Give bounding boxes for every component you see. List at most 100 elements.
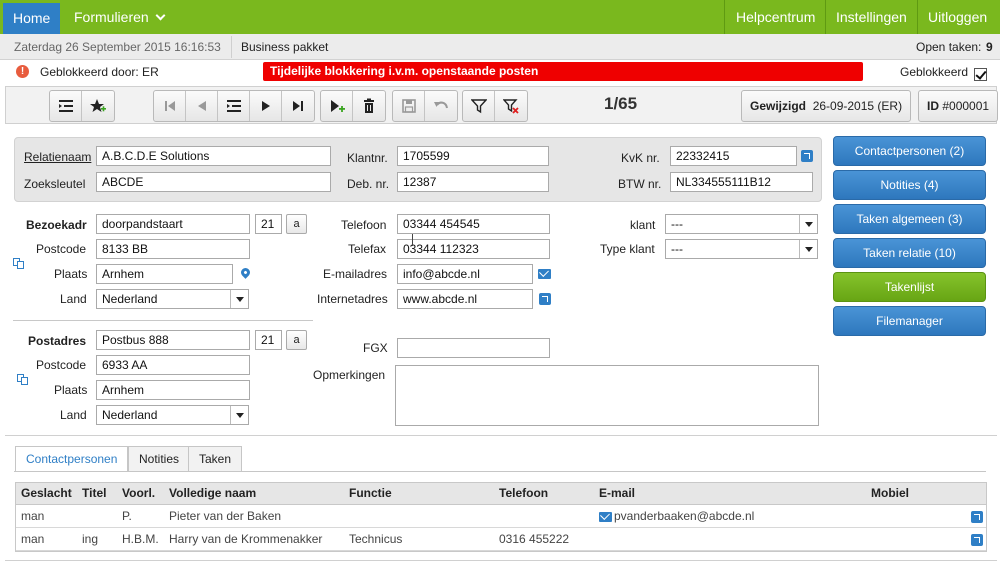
table-row[interactable]: man P. Pieter van der Baken pvanderbaake…	[16, 505, 986, 528]
block-message: Tijdelijke blokkering i.v.m. openstaande…	[263, 62, 863, 81]
visit-country-value: Nederland	[102, 292, 158, 306]
relation-name-label[interactable]: Relatienaam	[24, 150, 91, 164]
column-header[interactable]: Titel	[82, 486, 106, 500]
visit-city-input[interactable]: Arnhem	[96, 264, 233, 284]
visit-street-input[interactable]: doorpandstaart	[96, 214, 250, 234]
nav-home[interactable]: Home	[3, 3, 61, 34]
type-klant-value: ---	[671, 242, 683, 256]
tab-notities[interactable]: Notities	[128, 446, 191, 471]
chevron-down-icon	[230, 406, 248, 424]
type-klant-select[interactable]: ---	[665, 239, 818, 259]
next-record-button[interactable]	[250, 91, 282, 121]
nav-helpcentrum[interactable]: Helpcentrum	[725, 0, 826, 34]
tabs-divider	[5, 435, 997, 436]
relation-name-input[interactable]: A.B.C.D.E Solutions	[96, 146, 331, 166]
website-input[interactable]: www.abcde.nl	[397, 289, 533, 309]
btw-input[interactable]: NL334555111B12	[670, 172, 813, 192]
postal-country-select[interactable]: Nederland	[96, 405, 249, 425]
previous-record-button[interactable]	[186, 91, 218, 121]
debtor-number-input[interactable]: 12387	[397, 172, 549, 192]
external-link-icon[interactable]	[971, 534, 983, 546]
search-key-label: Zoeksleutel	[24, 177, 86, 191]
column-header[interactable]: Functie	[349, 486, 392, 500]
add-favorite-button[interactable]	[82, 91, 114, 121]
column-header[interactable]: Mobiel	[871, 486, 909, 500]
toolbar-group-filter	[462, 90, 528, 122]
klant-select[interactable]: ---	[665, 214, 818, 234]
column-header[interactable]: Geslacht	[21, 486, 72, 500]
external-link-icon[interactable]	[971, 511, 983, 523]
record-list-button[interactable]	[218, 91, 250, 121]
column-header[interactable]: Voorl.	[122, 486, 155, 500]
client-number-input[interactable]: 1705599	[397, 146, 549, 166]
toolbar-group-list	[49, 90, 115, 122]
postal-suffix-button[interactable]: a	[286, 330, 307, 350]
search-key-input[interactable]: ABCDE	[96, 172, 331, 192]
save-button[interactable]	[393, 91, 425, 121]
external-link-icon[interactable]	[539, 293, 551, 305]
notities-button[interactable]: Notities (4)	[833, 170, 986, 200]
column-header[interactable]: E-mail	[599, 486, 635, 500]
table-cell: 0316 455222	[499, 532, 570, 546]
copy-address-icon[interactable]	[17, 374, 29, 386]
postal-city-input[interactable]: Arnhem	[96, 380, 250, 400]
mail-icon[interactable]	[538, 269, 551, 279]
copy-address-icon[interactable]	[13, 258, 25, 270]
current-datetime: Zaterdag 26 September 2015 16:16:53	[14, 40, 221, 54]
postal-country-value: Nederland	[102, 408, 158, 422]
last-record-button[interactable]	[282, 91, 314, 121]
filter-button[interactable]	[463, 91, 495, 121]
table-header: Geslacht Titel Voorl. Volledige naam Fun…	[16, 483, 986, 505]
visit-postcode-label: Postcode	[36, 242, 87, 256]
contactpersonen-button[interactable]: Contactpersonen (2)	[833, 136, 986, 166]
fgx-input[interactable]	[397, 338, 550, 358]
clear-filter-button[interactable]	[495, 91, 527, 121]
tab-contactpersonen[interactable]: Contactpersonen	[15, 446, 129, 472]
table-row[interactable]: man ing H.B.M. Harry van de Krommenakker…	[16, 528, 986, 551]
fax-input[interactable]: 03344 112323	[397, 239, 550, 259]
chevron-down-icon	[799, 215, 817, 233]
taken-algemeen-button[interactable]: Taken algemeen (3)	[833, 204, 986, 234]
modified-info: Gewijzigd 26-09-2015 (ER)	[741, 90, 912, 122]
info-bar: Zaterdag 26 September 2015 16:16:53 Busi…	[0, 34, 1000, 60]
external-link-icon[interactable]	[801, 150, 813, 162]
new-record-button[interactable]	[321, 91, 353, 121]
postal-number-input[interactable]: 21	[255, 330, 282, 350]
blocked-checkbox[interactable]	[974, 68, 987, 81]
open-tasks-count: 9	[986, 40, 993, 54]
filemanager-button[interactable]: Filemanager	[833, 306, 986, 336]
visit-country-select[interactable]: Nederland	[96, 289, 249, 309]
postal-postcode-input[interactable]: 6933 AA	[96, 355, 250, 375]
first-record-button[interactable]	[154, 91, 186, 121]
visit-number-input[interactable]: 21	[255, 214, 282, 234]
skip-last-icon	[293, 101, 303, 111]
delete-record-button[interactable]	[353, 91, 385, 121]
blocked-by: Geblokkeerd door: ER	[40, 65, 159, 79]
list-indent-button[interactable]	[50, 91, 82, 121]
column-header[interactable]: Telefoon	[499, 486, 548, 500]
takenlijst-button[interactable]: Takenlijst	[833, 272, 986, 302]
table-cell: man	[21, 509, 45, 523]
visit-postcode-input[interactable]: 8133 BB	[96, 239, 250, 259]
nav-formulieren[interactable]: Formulieren	[63, 0, 175, 34]
column-header[interactable]: Volledige naam	[169, 486, 256, 500]
postal-street-input[interactable]: Postbus 888	[96, 330, 250, 350]
phone-input[interactable]: 03344 454545	[397, 214, 550, 234]
tab-taken[interactable]: Taken	[188, 446, 243, 471]
taken-relatie-button[interactable]: Taken relatie (10)	[833, 238, 986, 268]
table-cell-email[interactable]: pvanderbaaken@abcde.nl	[614, 509, 754, 523]
mail-icon[interactable]	[599, 512, 612, 522]
undo-button[interactable]	[425, 91, 457, 121]
kvk-input[interactable]: 22332415	[670, 146, 797, 166]
nav-instellingen[interactable]: Instellingen	[825, 0, 918, 34]
email-input[interactable]: info@abcde.nl	[397, 264, 533, 284]
top-navigation: Home Formulieren Helpcentrum Instellinge…	[0, 0, 1000, 34]
nav-uitloggen[interactable]: Uitloggen	[917, 0, 998, 34]
modified-label: Gewijzigd	[750, 99, 807, 113]
chevron-down-icon	[799, 240, 817, 258]
remarks-textarea[interactable]	[395, 365, 819, 426]
visit-suffix-button[interactable]: a	[286, 214, 307, 234]
arrow-left-icon	[197, 101, 206, 111]
map-pin-icon[interactable]	[239, 266, 252, 279]
filter-icon	[470, 99, 487, 114]
